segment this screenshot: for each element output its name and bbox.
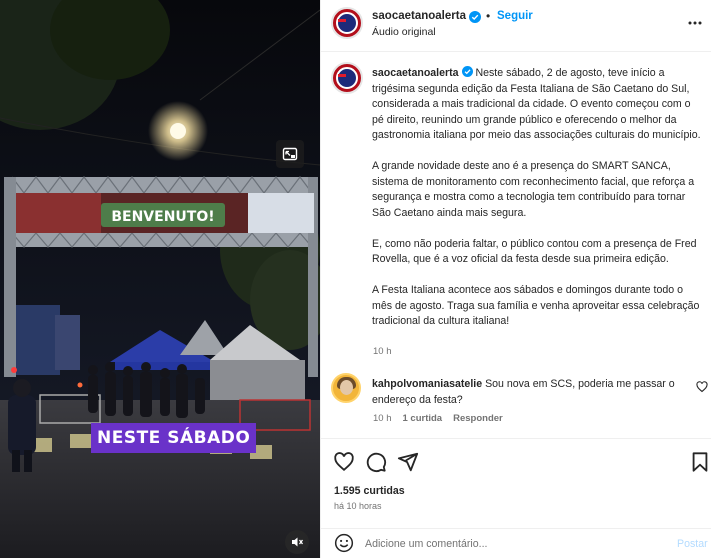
mute-button[interactable] xyxy=(285,530,309,554)
comment-likes[interactable]: 1 curtida xyxy=(403,413,443,424)
post-caption: saocaetanoalerta Neste sábado, 2 de agos… xyxy=(372,66,702,330)
post-panel: saocaetanoalerta • Seguir Áudio original… xyxy=(320,0,711,558)
commenter-username[interactable]: kahpolvomaniasatelie xyxy=(372,378,482,390)
follow-button[interactable]: Seguir xyxy=(497,10,533,22)
comment-meta: 10 h 1 curtida Responder xyxy=(373,413,503,424)
comment-bar: Postar xyxy=(321,528,711,558)
caption-timestamp[interactable]: 10 h xyxy=(373,346,392,357)
caption-author-avatar[interactable] xyxy=(331,62,363,94)
post-header: saocaetanoalerta • Seguir Áudio original xyxy=(321,0,711,52)
caption-body: Neste sábado, 2 de agosto, teve início a… xyxy=(372,67,701,327)
paper-plane-icon[interactable] xyxy=(397,451,419,473)
muted-speaker-icon xyxy=(292,537,304,547)
festival-scene-image: BENVENUTO! xyxy=(0,0,320,558)
caption-overlay-highlight: NESTE xyxy=(97,428,161,448)
video-caption-overlay: NESTE SÁBADO xyxy=(91,423,257,453)
post-comment-button[interactable]: Postar xyxy=(677,538,708,550)
verified-badge-icon xyxy=(469,11,481,23)
heart-icon[interactable] xyxy=(333,451,355,473)
emoji-smile-icon[interactable] xyxy=(334,533,354,553)
likes-count[interactable]: 1.595 curtidas xyxy=(334,485,405,497)
picture-in-picture-button[interactable] xyxy=(276,140,304,168)
post-video[interactable]: BENVENUTO! NESTE SÁBADO xyxy=(0,0,320,558)
posted-time[interactable]: há 10 horas xyxy=(334,501,382,511)
author-username[interactable]: saocaetanoalerta xyxy=(372,10,466,22)
bookmark-icon[interactable] xyxy=(689,451,711,473)
banner-text: BENVENUTO! xyxy=(111,209,214,225)
comment-bubble-icon[interactable] xyxy=(365,451,387,473)
caption-verified-badge-icon xyxy=(461,66,473,77)
caption-username[interactable]: saocaetanoalerta xyxy=(372,67,459,79)
heart-outline-icon[interactable] xyxy=(696,381,708,393)
comment-timestamp[interactable]: 10 h xyxy=(373,413,392,424)
reply-button[interactable]: Responder xyxy=(453,413,503,424)
picture-in-picture-icon xyxy=(282,147,298,161)
author-avatar[interactable] xyxy=(331,7,363,39)
audio-label[interactable]: Áudio original xyxy=(372,26,436,38)
comment: kahpolvomaniasatelie Sou nova em SCS, po… xyxy=(372,377,692,408)
more-horizontal-icon[interactable] xyxy=(687,15,703,31)
action-bar xyxy=(321,438,711,482)
commenter-avatar[interactable] xyxy=(331,373,361,403)
caption-overlay-rest: SÁBADO xyxy=(167,428,251,448)
comment-input[interactable] xyxy=(365,535,655,553)
header-separator: • xyxy=(486,9,491,23)
